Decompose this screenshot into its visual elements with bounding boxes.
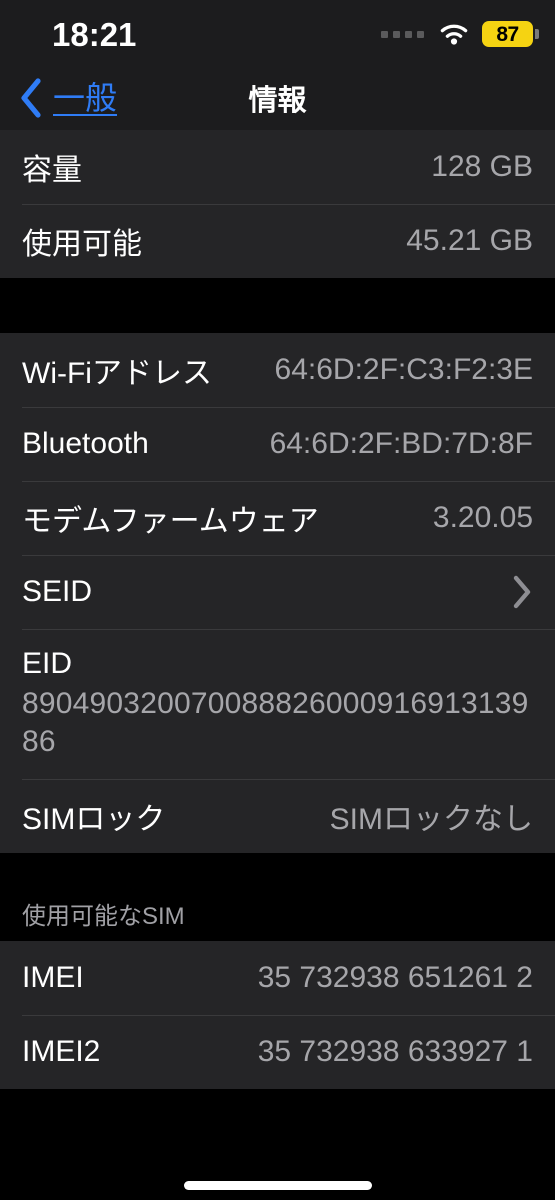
table-row[interactable]: 容量 128 GB [0, 130, 555, 204]
table-row[interactable]: Wi-Fiアドレス 64:6D:2F:C3:F2:3E [0, 333, 555, 407]
row-value: 64:6D:2F:C3:F2:3E [274, 353, 533, 386]
chevron-right-icon [513, 575, 531, 609]
row-value: 64:6D:2F:BD:7D:8F [269, 427, 533, 460]
section-sim: IMEI 35 732938 651261 2 IMEI2 35 732938 … [0, 941, 555, 1090]
row-label: IMEI2 [22, 1035, 101, 1069]
home-indicator[interactable] [183, 1181, 372, 1190]
row-label: 使用可能 [22, 228, 142, 261]
cellular-dots-icon [381, 30, 424, 38]
table-row-seid[interactable]: SEID [0, 555, 555, 629]
wifi-icon [440, 24, 468, 45]
table-row[interactable]: IMEI 35 732938 651261 2 [0, 941, 555, 1015]
settings-about-screen: 18:21 87 一般 情報 容量 128 GB 使用可能 45.21 GB W… [0, 0, 555, 1200]
row-label: SEID [22, 575, 93, 608]
row-value: 35 732938 633927 1 [257, 1035, 533, 1069]
page-title: 情報 [248, 85, 307, 117]
battery-icon: 87 [482, 21, 539, 47]
row-value: SIMロックなし [329, 803, 533, 837]
row-label: Wi-Fiアドレス [22, 357, 212, 390]
row-value: 89049032007008882600091691313986 [22, 686, 529, 758]
section-header-label: 使用可能なSIM [22, 903, 185, 931]
status-bar-indicators: 87 [381, 21, 539, 47]
table-row-eid[interactable]: EID 89049032007008882600091691313986 [0, 629, 555, 779]
row-value: 35 732938 651261 2 [257, 961, 533, 995]
row-label: EID [22, 647, 73, 680]
row-label: SIMロック [22, 803, 166, 837]
table-row[interactable]: IMEI2 35 732938 633927 1 [0, 1015, 555, 1089]
settings-list: 容量 128 GB 使用可能 45.21 GB Wi-Fiアドレス 64:6D:… [0, 130, 555, 1090]
battery-cap [535, 29, 539, 39]
table-row[interactable]: Bluetooth 64:6D:2F:BD:7D:8F [0, 407, 555, 481]
section-storage: 容量 128 GB 使用可能 45.21 GB [0, 130, 555, 278]
row-label: モデムファームウェア [22, 505, 319, 538]
table-row[interactable]: SIMロック SIMロックなし [0, 779, 555, 853]
section-identifiers: Wi-Fiアドレス 64:6D:2F:C3:F2:3E Bluetooth 64… [0, 333, 555, 854]
row-value: 128 GB [431, 150, 533, 183]
section-header-available-sim: 使用可能なSIM [0, 853, 555, 942]
row-label: IMEI [22, 961, 84, 995]
row-label: 容量 [22, 154, 82, 187]
section-gap [0, 278, 555, 333]
row-label: Bluetooth [22, 427, 149, 460]
table-row[interactable]: モデムファームウェア 3.20.05 [0, 481, 555, 555]
navigation-bar: 一般 情報 [0, 66, 555, 130]
row-value: 3.20.05 [432, 501, 533, 534]
row-value: 45.21 GB [406, 224, 533, 257]
status-bar-clock: 18:21 [52, 16, 137, 53]
status-bar: 18:21 87 [0, 0, 555, 66]
table-row[interactable]: 使用可能 45.21 GB [0, 204, 555, 278]
battery-percent-label: 87 [496, 22, 519, 46]
